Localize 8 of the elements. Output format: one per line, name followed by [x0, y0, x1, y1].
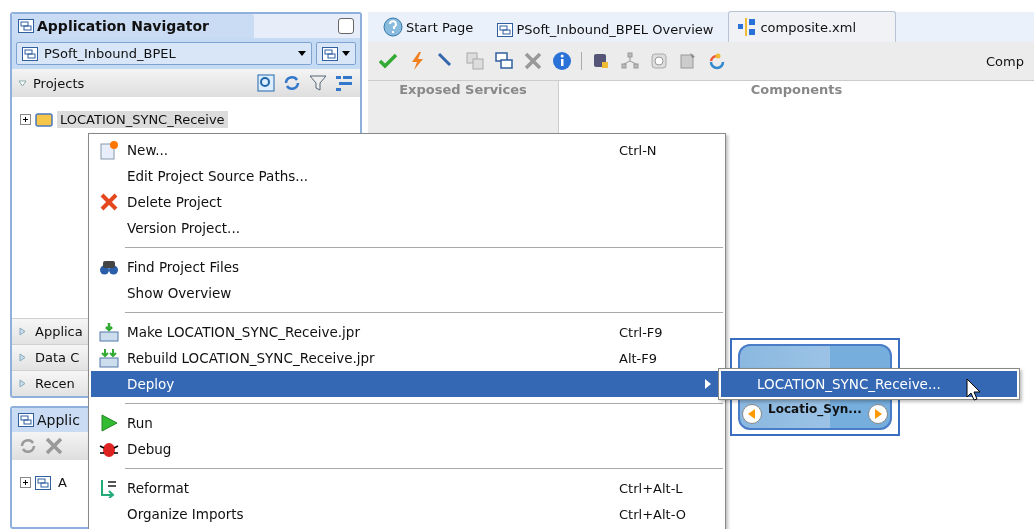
column-heading: Exposed Services — [398, 81, 528, 98]
component-label: Locatio_Syn... — [768, 402, 862, 416]
section-label: Applica — [35, 324, 83, 339]
toolbar-label: Comp — [986, 53, 1024, 69]
projects-header: Projects — [33, 75, 85, 91]
section-label: Recen — [35, 376, 75, 391]
column-heading: Components — [749, 81, 844, 98]
section-label: Data C — [35, 350, 80, 365]
